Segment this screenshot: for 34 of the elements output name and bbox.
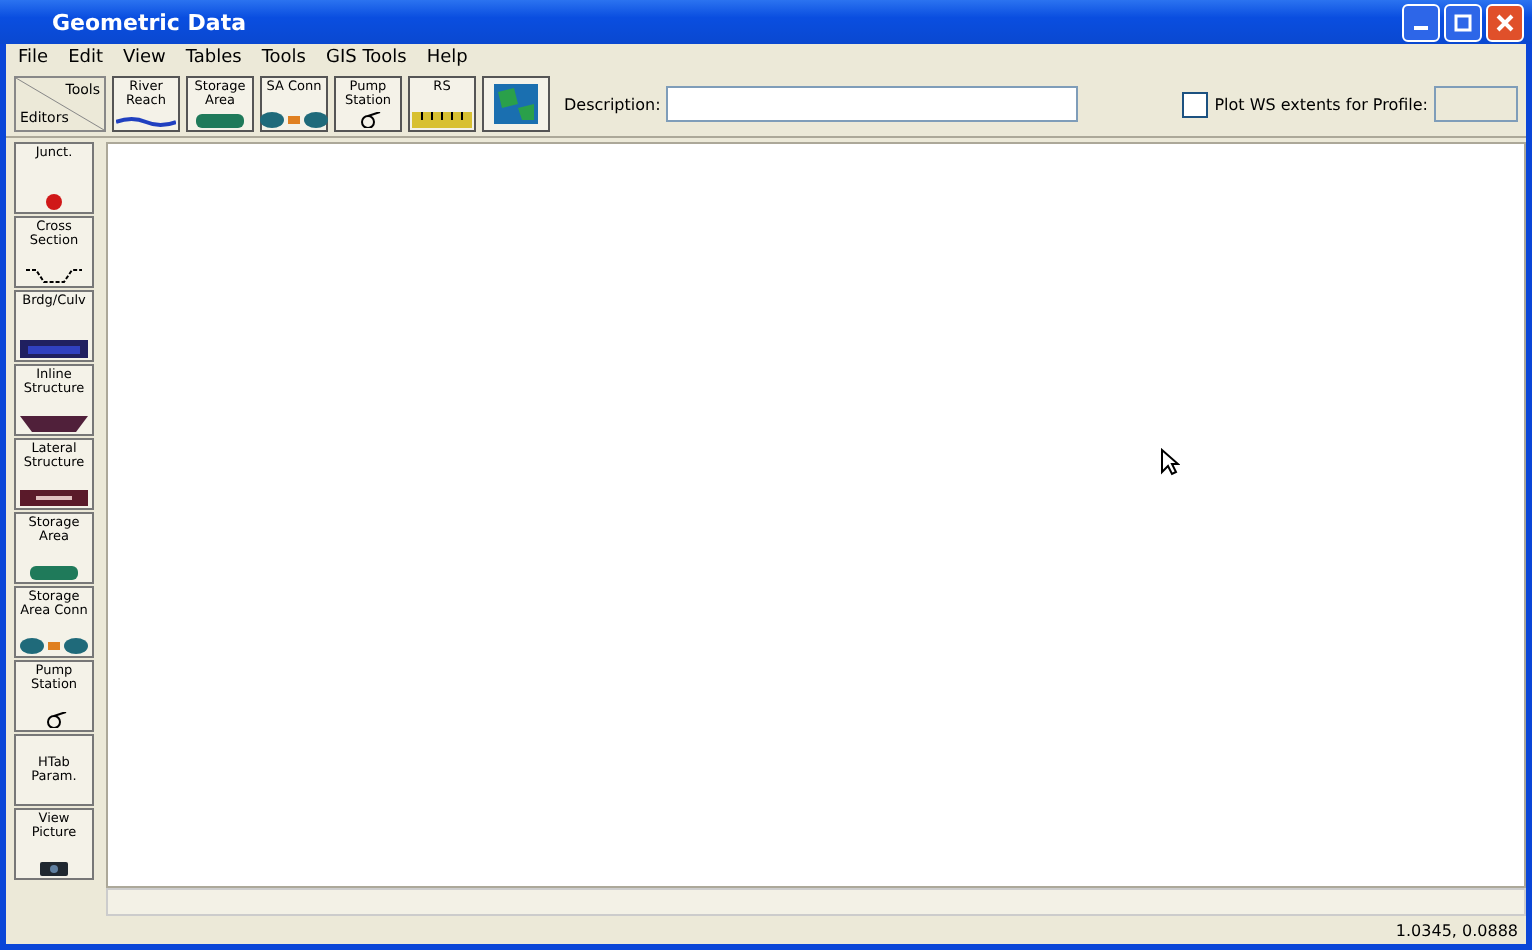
menu-item[interactable]: Help bbox=[426, 48, 468, 68]
menu-item[interactable]: Tables bbox=[185, 48, 242, 68]
connection-icon bbox=[260, 112, 328, 128]
plot-ws-checkbox[interactable] bbox=[1182, 91, 1209, 117]
river-icon bbox=[116, 116, 176, 128]
cursor-icon bbox=[1160, 448, 1180, 476]
minimize-button[interactable] bbox=[1402, 3, 1440, 41]
toolbar-button[interactable] bbox=[482, 76, 550, 132]
window-title: Geometric Data bbox=[52, 9, 247, 35]
storage-area-icon bbox=[30, 566, 78, 580]
description-label: Description: bbox=[564, 95, 661, 113]
ruler-icon bbox=[412, 112, 472, 128]
description-field[interactable] bbox=[666, 86, 1079, 122]
lateral-weir-icon bbox=[20, 490, 88, 506]
camera-icon bbox=[40, 862, 68, 876]
bridge-icon bbox=[20, 340, 88, 358]
menu-item[interactable]: File bbox=[18, 48, 49, 68]
horizontal-scrollbar[interactable] bbox=[106, 888, 1526, 916]
connection-icon bbox=[20, 638, 88, 654]
plot-ws-label: Plot WS extents for Profile: bbox=[1214, 95, 1428, 113]
menu-item[interactable]: Edit bbox=[68, 48, 103, 68]
menu-item[interactable]: GIS Tools bbox=[326, 48, 407, 68]
weir-icon bbox=[20, 416, 88, 432]
storage-area-icon bbox=[196, 114, 244, 128]
close-button[interactable] bbox=[1486, 3, 1524, 41]
coordinates-readout: 1.0345, 0.0888 bbox=[1395, 921, 1518, 939]
close-icon bbox=[1496, 13, 1514, 31]
menu-item[interactable]: View bbox=[123, 48, 166, 68]
cross-section-icon bbox=[24, 268, 84, 284]
dot-icon bbox=[46, 194, 62, 210]
menu-item[interactable]: Tools bbox=[261, 48, 306, 68]
maximize-icon bbox=[1454, 13, 1472, 31]
map-icon bbox=[494, 84, 538, 124]
maximize-button[interactable] bbox=[1444, 3, 1482, 41]
